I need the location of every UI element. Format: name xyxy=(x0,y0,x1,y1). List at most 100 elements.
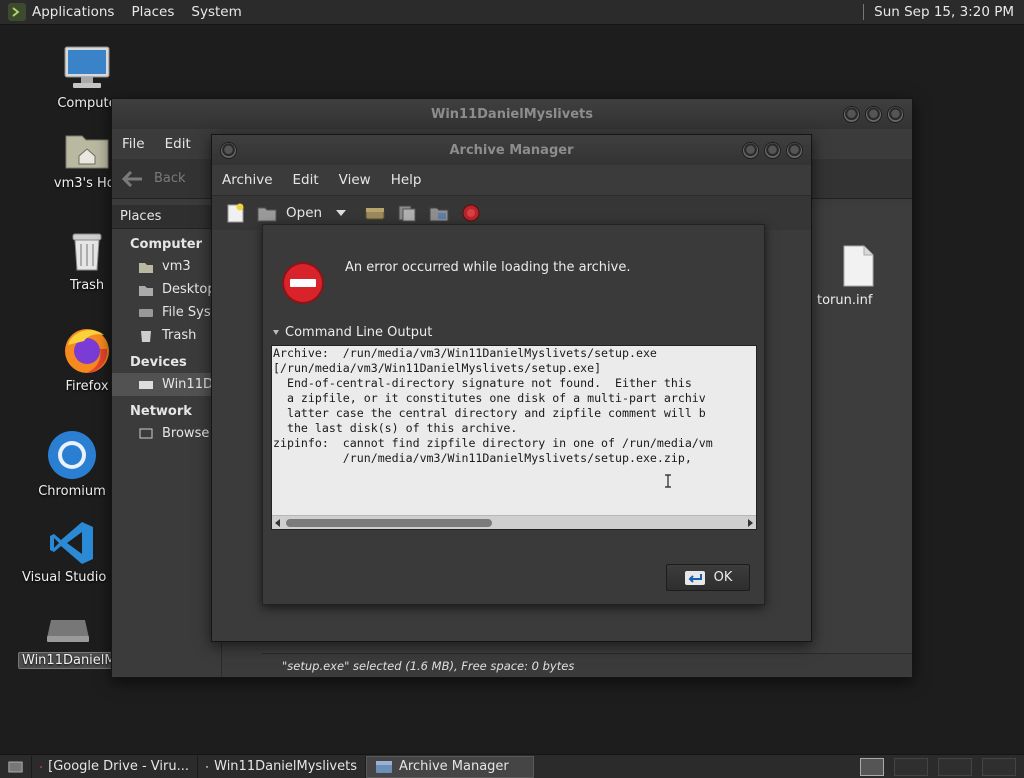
file-manager-titlebar[interactable]: Win11DanielMyslivets xyxy=(112,99,912,129)
clock[interactable]: Sun Sep 15, 3:20 PM xyxy=(874,4,1014,20)
show-desktop-button[interactable] xyxy=(0,755,32,778)
workspace-3[interactable] xyxy=(938,757,972,776)
panel-menu: Applications Places System xyxy=(32,4,242,20)
close-button[interactable] xyxy=(786,142,803,159)
trash-icon xyxy=(72,233,102,271)
stop-icon[interactable] xyxy=(460,203,482,223)
sidebar-item-vm3[interactable]: vm3 xyxy=(112,255,221,278)
home-folder-icon xyxy=(65,135,109,169)
places-selector[interactable]: Places xyxy=(112,205,221,229)
sidebar-section-network: Network xyxy=(130,404,192,419)
taskbar-item-archive-manager[interactable]: Archive Manager xyxy=(366,755,534,778)
ok-button[interactable]: OK xyxy=(666,564,750,591)
add-folder-icon[interactable] xyxy=(428,203,450,223)
computer-icon xyxy=(64,46,110,88)
menu-file[interactable]: File xyxy=(122,136,145,152)
window-title: Archive Manager xyxy=(449,142,574,158)
drive-icon xyxy=(47,620,89,642)
taskbar-item-file-manager[interactable]: Win11DanielMyslivets xyxy=(198,755,366,778)
expander-label: Command Line Output xyxy=(285,325,433,340)
menu-view[interactable]: View xyxy=(339,172,371,188)
desktop-icon-label: Firefox xyxy=(65,379,109,394)
file-item-autorun[interactable]: torun.inf xyxy=(813,245,903,308)
file-icon xyxy=(843,245,874,287)
sidebar-item-trash[interactable]: Trash xyxy=(112,324,221,347)
text-cursor-icon xyxy=(665,474,671,488)
window-controls xyxy=(843,106,904,123)
desktop-icon-vscode[interactable]: Visual Studio Co xyxy=(22,520,122,589)
menu-system[interactable]: System xyxy=(191,4,241,20)
archive-manager-menubar: Archive Edit View Help xyxy=(212,165,811,195)
workspace-2[interactable] xyxy=(894,757,928,776)
maximize-button[interactable] xyxy=(764,142,781,159)
status-bar: "setup.exe" selected (1.6 MB), Free spac… xyxy=(262,653,912,677)
expander-arrow-icon xyxy=(273,330,279,335)
menu-archive[interactable]: Archive xyxy=(222,172,273,188)
back-arrow-icon xyxy=(122,170,142,187)
desktop-icon-chromium[interactable]: Chromium xyxy=(22,430,122,503)
close-button[interactable] xyxy=(887,106,904,123)
desktop-icon-label: Chromium xyxy=(38,484,106,499)
minimize-button[interactable] xyxy=(742,142,759,159)
drive-icon xyxy=(206,765,208,768)
extract-icon[interactable] xyxy=(364,203,386,223)
command-output-textview[interactable]: Archive: /run/media/vm3/Win11DanielMysli… xyxy=(271,345,757,530)
ok-label: OK xyxy=(713,570,733,585)
workspace-4[interactable] xyxy=(982,757,1016,776)
scroll-left-arrow-icon[interactable] xyxy=(275,519,280,527)
sidebar-item-label: Win11D xyxy=(162,377,213,392)
workspace-1[interactable] xyxy=(860,757,884,776)
desktop-icon-label: Win11DanielM xyxy=(18,652,118,669)
back-button[interactable]: Back xyxy=(122,170,186,187)
error-message: An error occurred while loading the arch… xyxy=(345,260,631,275)
drive-icon xyxy=(139,380,153,389)
sidebar-item-win11-drive[interactable]: Win11D xyxy=(112,373,221,396)
window-menu-button[interactable] xyxy=(220,142,237,159)
scroll-right-arrow-icon[interactable] xyxy=(748,519,753,527)
enter-arrow-icon xyxy=(684,570,705,585)
menu-edit[interactable]: Edit xyxy=(293,172,319,188)
desktop-icon-label: Visual Studio Co xyxy=(22,570,122,585)
task-label: Archive Manager xyxy=(399,759,509,774)
new-archive-icon[interactable] xyxy=(224,203,246,223)
sidebar-item-label: vm3 xyxy=(162,259,191,274)
archive-manager-icon xyxy=(376,760,392,773)
back-label: Back xyxy=(154,171,186,186)
bottom-taskbar: [Google Drive - Viru... Win11DanielMysli… xyxy=(0,754,1024,778)
filesystem-icon xyxy=(139,308,153,317)
open-dropdown-arrow-icon[interactable] xyxy=(336,210,347,216)
desktop-folder-icon xyxy=(139,285,153,296)
archive-manager-titlebar[interactable]: Archive Manager xyxy=(212,135,811,165)
places-sidebar: Places Computer vm3 Desktop File Syst Tr… xyxy=(112,205,222,677)
window-title: Win11DanielMyslivets xyxy=(431,106,593,122)
desktop-icon-label: Trash xyxy=(69,278,105,293)
taskbar-item-firefox[interactable]: [Google Drive - Viru... xyxy=(32,755,198,778)
vscode-icon xyxy=(50,522,93,564)
terminal-logo-icon[interactable] xyxy=(8,3,26,21)
panel-separator xyxy=(863,4,865,20)
desktop-icon-win11-drive[interactable]: Win11DanielM xyxy=(18,612,118,673)
command-output-text: Archive: /run/media/vm3/Win11DanielMysli… xyxy=(273,346,713,465)
command-line-output-expander[interactable]: Command Line Output xyxy=(273,325,432,340)
menu-places[interactable]: Places xyxy=(131,4,174,20)
scrollbar-thumb[interactable] xyxy=(286,519,492,527)
horizontal-scrollbar[interactable] xyxy=(272,515,756,529)
sidebar-item-label: File Syst xyxy=(162,305,216,320)
maximize-button[interactable] xyxy=(865,106,882,123)
file-item-label: torun.inf xyxy=(817,293,873,308)
minimize-button[interactable] xyxy=(843,106,860,123)
desktop-icon-label: Compute xyxy=(57,96,117,111)
sidebar-item-browse-network[interactable]: Browse N xyxy=(112,422,221,445)
add-files-icon[interactable] xyxy=(396,203,418,223)
sidebar-item-label: Desktop xyxy=(162,282,216,297)
panel-right: Sun Sep 15, 3:20 PM xyxy=(863,4,1024,20)
sidebar-item-label: Trash xyxy=(162,328,197,343)
menu-edit[interactable]: Edit xyxy=(165,136,191,152)
menu-applications[interactable]: Applications xyxy=(32,4,114,20)
sidebar-item-filesystem[interactable]: File Syst xyxy=(112,301,221,324)
firefox-icon xyxy=(65,329,109,373)
sidebar-item-desktop[interactable]: Desktop xyxy=(112,278,221,301)
open-button-label[interactable]: Open xyxy=(286,205,322,221)
open-archive-icon[interactable] xyxy=(256,203,278,223)
menu-help[interactable]: Help xyxy=(391,172,422,188)
